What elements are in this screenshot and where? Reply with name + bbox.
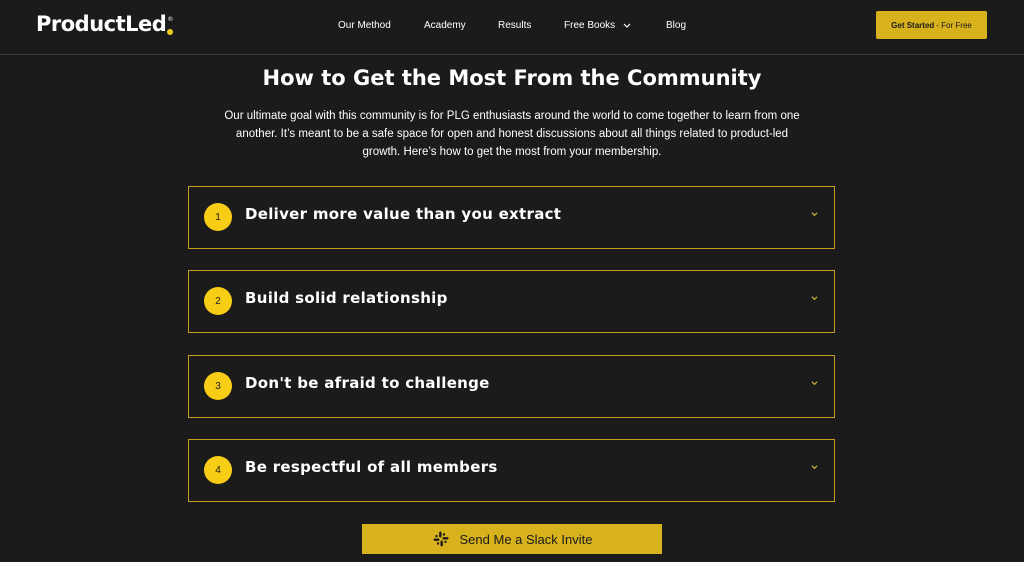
chevron-down-icon[interactable] [811, 211, 818, 218]
slack-icon [433, 531, 449, 547]
nav-our-method[interactable]: Our Method [338, 20, 391, 31]
step-number-badge: 1 [204, 203, 232, 231]
chevron-down-icon[interactable] [811, 464, 818, 471]
get-started-button[interactable]: Get Started - For Free [876, 11, 987, 39]
chevron-down-icon[interactable] [811, 380, 818, 387]
chevron-down-icon[interactable] [623, 21, 631, 31]
accordion-item-3[interactable]: 3 Don't be afraid to challenge [188, 355, 835, 418]
nav-academy[interactable]: Academy [424, 20, 466, 31]
accordion-item-4[interactable]: 4 Be respectful of all members [188, 439, 835, 502]
accordion-item-1[interactable]: 1 Deliver more value than you extract [188, 186, 835, 249]
main-nav: Our Method Academy Results Free Books Bl… [0, 20, 1024, 34]
cta-bold-label: Get Started [891, 20, 935, 30]
accordion-title: Don't be afraid to challenge [245, 374, 490, 392]
nav-free-books[interactable]: Free Books [564, 20, 615, 31]
nav-results[interactable]: Results [498, 20, 531, 31]
slack-button-label: Send Me a Slack Invite [459, 531, 593, 547]
top-navigation-bar: ProductLed ® Our Method Academy Results … [0, 0, 1024, 55]
nav-blog[interactable]: Blog [666, 20, 686, 31]
accordion-title: Deliver more value than you extract [245, 205, 562, 223]
page-title: How to Get the Most From the Community [262, 66, 762, 90]
step-number-badge: 2 [204, 287, 232, 315]
cta-secondary-label: - For Free [936, 20, 972, 30]
intro-paragraph: Our ultimate goal with this community is… [224, 110, 800, 158]
accordion-title: Build solid relationship [245, 289, 448, 307]
accordion-title: Be respectful of all members [245, 458, 498, 476]
accordion-item-2[interactable]: 2 Build solid relationship [188, 270, 835, 333]
chevron-down-icon[interactable] [811, 295, 818, 302]
step-number-badge: 3 [204, 372, 232, 400]
send-slack-invite-button[interactable]: Send Me a Slack Invite [362, 524, 662, 554]
step-number-badge: 4 [204, 456, 232, 484]
